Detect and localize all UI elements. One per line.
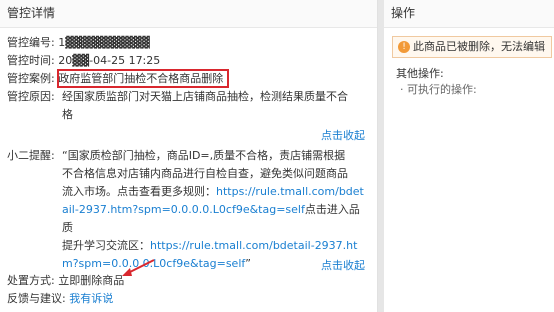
tip-line: 流入市场。点击查看更多规则：https://rule.tmall.com/bde… bbox=[62, 183, 368, 201]
tip-text-seg: 提升学习交流区： bbox=[62, 239, 150, 252]
tip-line: 不合格信息对店铺内商品进行自检自查，避免类似问题商品 bbox=[62, 167, 348, 180]
operation-panel: 操作 ! 此商品已被删除，无法编辑 其他操作: · 可执行的操作: bbox=[384, 0, 554, 312]
panel-title: 管控详情 bbox=[0, 0, 377, 28]
action-label: 处置方式: bbox=[7, 274, 55, 287]
tip-text-seg: 流入市场。点击查看更多规则： bbox=[62, 185, 216, 198]
action-row: 处置方式: 立即删除商品 bbox=[7, 272, 124, 290]
control-time-label: 管控时间: bbox=[7, 54, 55, 67]
control-reason-label-row: 管控原因: bbox=[7, 88, 55, 106]
deleted-notice: ! 此商品已被删除，无法编辑 bbox=[392, 36, 552, 58]
tip-line: ail-2937.htm?spm=0.0.0.0.L0cf9e&tag=self… bbox=[62, 201, 368, 237]
deleted-notice-text: 此商品已被删除，无法编辑 bbox=[413, 40, 545, 53]
tip-line: “国家质检部门抽检，商品ID=,质量不合格，责店铺需根据 bbox=[62, 149, 346, 162]
feedback-link[interactable]: 我有诉说 bbox=[69, 292, 113, 305]
collapse-link-2[interactable]: 点击收起 bbox=[321, 257, 365, 273]
case-highlight-box bbox=[57, 69, 229, 88]
warning-icon: ! bbox=[398, 41, 410, 53]
reason-line: 格 bbox=[62, 108, 73, 121]
control-case-label: 管控案例: bbox=[7, 72, 55, 85]
rule-link-2[interactable]: https://rule.tmall.com/bdetail-2937.ht bbox=[150, 239, 357, 252]
control-time-row: 管控时间: 20▓▓-04-25 17:25 bbox=[7, 52, 160, 70]
control-code-value: 1▓▓▓▓▓▓▓▓▓▓ bbox=[58, 36, 150, 49]
collapse-link-1[interactable]: 点击收起 bbox=[321, 127, 365, 143]
control-reason-label: 管控原因: bbox=[7, 90, 55, 103]
tip-label: 小二提醒: bbox=[7, 149, 55, 162]
other-ops-label: 其他操作: bbox=[396, 67, 444, 80]
feedback-row: 反馈与建议: 我有诉说 bbox=[7, 290, 113, 308]
feedback-label: 反馈与建议: bbox=[7, 292, 66, 305]
control-code-row: 管控编号: 1▓▓▓▓▓▓▓▓▓▓ bbox=[7, 34, 150, 52]
other-ops-item: · 可执行的操作: bbox=[400, 83, 477, 96]
tip-line: 提升学习交流区：https://rule.tmall.com/bdetail-2… bbox=[62, 237, 368, 255]
tip-text-seg: ” bbox=[245, 257, 251, 270]
control-reason-text: 经国家质监部门对天猫上店铺商品抽检，检测结果质量不合 格 bbox=[62, 88, 368, 124]
control-time-value: 20▓▓-04-25 17:25 bbox=[58, 54, 161, 67]
tip-label-row: 小二提醒: bbox=[7, 147, 55, 165]
control-detail-panel: 管控详情 管控编号: 1▓▓▓▓▓▓▓▓▓▓ 管控时间: 20▓▓-04-25 … bbox=[0, 0, 378, 312]
reason-line: 经国家质监部门对天猫上店铺商品抽检，检测结果质量不合 bbox=[62, 90, 348, 103]
control-code-label: 管控编号: bbox=[7, 36, 55, 49]
action-value: 立即删除商品 bbox=[58, 274, 125, 287]
rule-link-1[interactable]: https://rule.tmall.com/bdet bbox=[216, 185, 364, 198]
operation-title: 操作 bbox=[384, 0, 554, 28]
rule-link-1-cont[interactable]: ail-2937.htm?spm=0.0.0.0.L0cf9e&tag=self bbox=[62, 203, 305, 216]
tip-text: “国家质检部门抽检，商品ID=,质量不合格，责店铺需根据 不合格信息对店铺内商品… bbox=[62, 147, 368, 273]
